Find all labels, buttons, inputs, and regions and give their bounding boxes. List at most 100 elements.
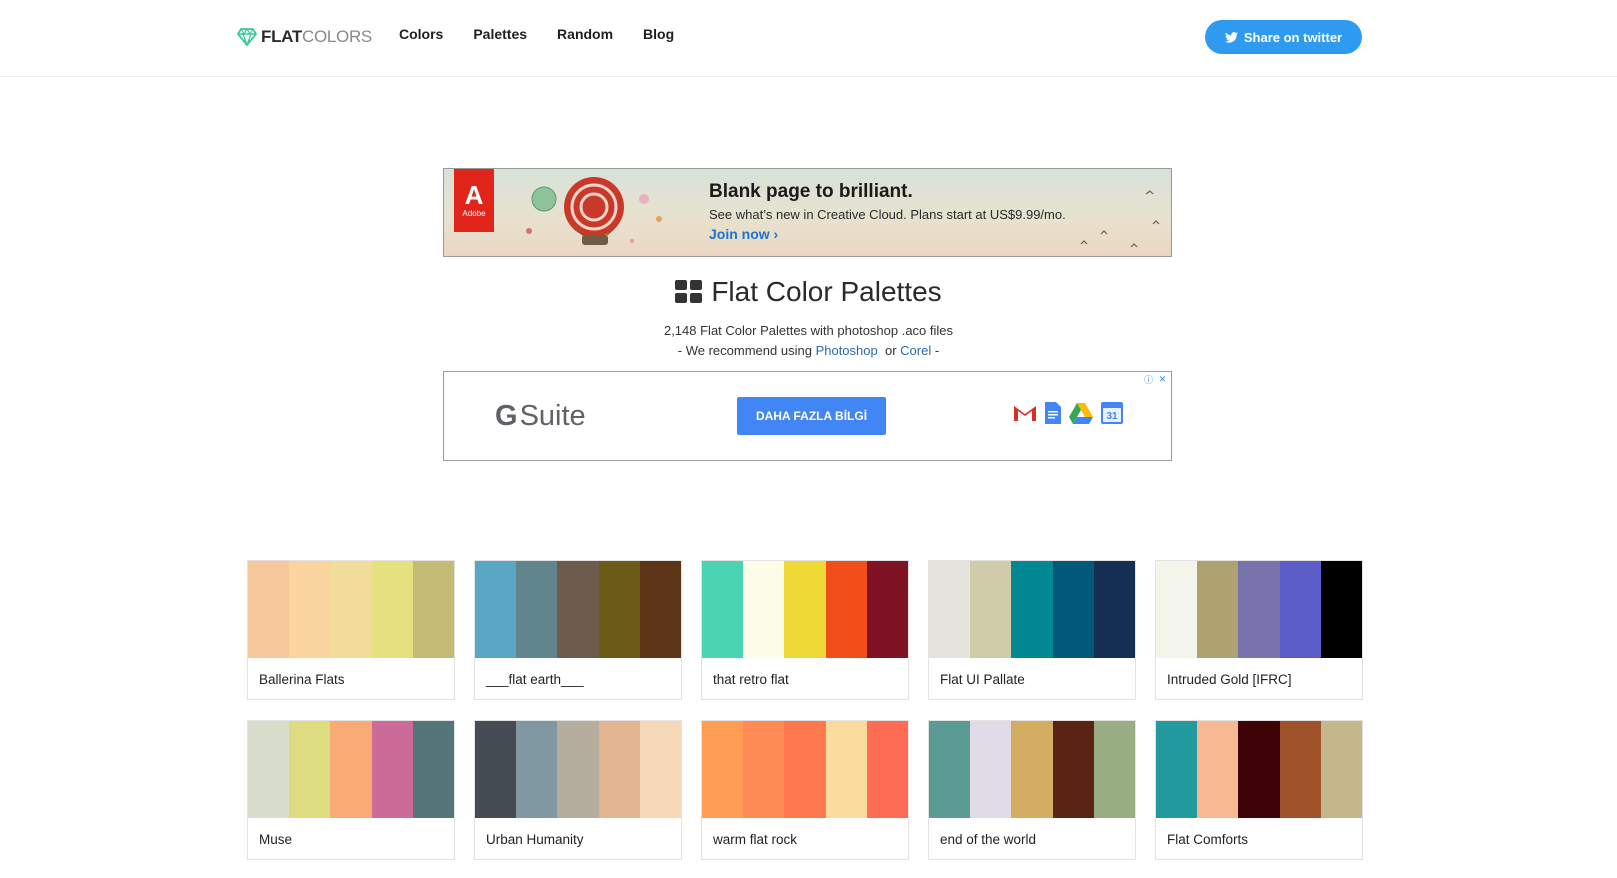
color-swatch[interactable] (1197, 561, 1239, 658)
palette-card[interactable]: Ballerina Flats (247, 560, 455, 700)
color-swatch[interactable] (1197, 721, 1239, 818)
color-swatch[interactable] (330, 721, 372, 818)
color-swatch[interactable] (825, 721, 867, 818)
palette-card[interactable]: Urban Humanity (474, 720, 682, 860)
color-swatch[interactable] (557, 561, 599, 658)
color-swatch[interactable] (1279, 721, 1321, 818)
ad-info-icon[interactable]: ⓘ (1142, 373, 1155, 386)
page-title: Flat Color Palettes (711, 276, 942, 307)
color-swatch[interactable] (1052, 721, 1094, 818)
color-swatch[interactable] (248, 561, 290, 658)
color-swatch[interactable] (412, 561, 455, 658)
site-logo[interactable]: FLAT COLORS (237, 24, 372, 50)
nav-random[interactable]: Random (557, 26, 613, 42)
palette-name: Flat Comforts (1167, 831, 1249, 847)
palette-name: that retro flat (713, 671, 789, 687)
palette-name: end of the world (940, 831, 1037, 847)
color-swatch[interactable] (639, 721, 682, 818)
color-swatch[interactable] (598, 561, 640, 658)
nav-palettes[interactable]: Palettes (473, 26, 527, 42)
color-swatch[interactable] (557, 721, 599, 818)
color-swatch[interactable] (289, 561, 331, 658)
palette-name: Urban Humanity (486, 831, 584, 847)
recommend-text: - We recommend using Photoshop or Corel … (677, 343, 940, 358)
page-heading: Flat Color Palettes (0, 276, 1617, 308)
palette-swatches (702, 561, 909, 658)
color-swatch[interactable] (1093, 721, 1136, 818)
color-swatch[interactable] (475, 561, 517, 658)
color-swatch[interactable] (784, 561, 826, 658)
color-swatch[interactable] (1093, 561, 1136, 658)
ad-join-link[interactable]: Join now › (709, 226, 778, 242)
color-swatch[interactable] (371, 721, 413, 818)
color-swatch[interactable] (330, 561, 372, 658)
gmail-icon (1014, 406, 1036, 421)
color-swatch[interactable] (516, 561, 558, 658)
ad-headline: Blank page to brilliant. (709, 181, 913, 202)
color-swatch[interactable] (825, 561, 867, 658)
share-twitter-button[interactable]: Share on twitter (1205, 20, 1362, 54)
photoshop-link[interactable]: Photoshop (816, 343, 878, 358)
share-twitter-label: Share on twitter (1243, 29, 1343, 45)
color-swatch[interactable] (1279, 561, 1321, 658)
color-swatch[interactable] (784, 721, 826, 818)
color-swatch[interactable] (866, 721, 909, 818)
palette-card[interactable]: ___flat earth___ (474, 560, 682, 700)
ad-subtext: See what’s new in Creative Cloud. Plans … (709, 207, 1066, 222)
color-swatch[interactable] (412, 721, 455, 818)
color-swatch[interactable] (598, 721, 640, 818)
color-swatch[interactable] (248, 721, 290, 818)
color-swatch[interactable] (516, 721, 558, 818)
palette-swatches (1156, 721, 1363, 818)
color-swatch[interactable] (289, 721, 331, 818)
calendar-day: 31 (1106, 411, 1118, 422)
corel-link[interactable]: Corel (900, 343, 931, 358)
ad-close-icon[interactable]: ✕ (1156, 373, 1169, 386)
palette-name: Ballerina Flats (259, 671, 345, 687)
palette-swatches (248, 721, 455, 818)
site-header: FLAT COLORS Colors Palettes Random Blog … (0, 0, 1617, 77)
palette-card[interactable]: Intruded Gold [IFRC] (1155, 560, 1363, 700)
color-swatch[interactable] (1052, 561, 1094, 658)
palette-card[interactable]: end of the world (928, 720, 1136, 860)
learn-more-button[interactable]: DAHA FAZLA BİLGİ (737, 397, 886, 435)
gsuite-ad-banner[interactable]: G Suite DAHA FAZLA BİLGİ 31 ⓘ ✕ (443, 371, 1172, 461)
color-swatch[interactable] (970, 561, 1012, 658)
drive-icon (1069, 402, 1093, 424)
color-swatch[interactable] (1156, 561, 1198, 658)
palette-card[interactable]: Muse (247, 720, 455, 860)
color-swatch[interactable] (1238, 561, 1280, 658)
grid-icon (675, 280, 703, 304)
color-swatch[interactable] (1238, 721, 1280, 818)
logo-text-light: COLORS (301, 27, 372, 46)
color-swatch[interactable] (1156, 721, 1198, 818)
color-swatch[interactable] (371, 561, 413, 658)
nav-blog[interactable]: Blog (643, 26, 674, 42)
color-swatch[interactable] (702, 561, 744, 658)
color-swatch[interactable] (743, 561, 785, 658)
color-swatch[interactable] (929, 561, 971, 658)
palette-swatches (1156, 561, 1363, 658)
ad-controls: ⓘ ✕ (1142, 373, 1169, 387)
palette-card[interactable]: warm flat rock (701, 720, 909, 860)
color-swatch[interactable] (970, 721, 1012, 818)
color-swatch[interactable] (639, 561, 682, 658)
logo-text-bold: FLAT (261, 27, 302, 46)
adobe-ad-banner[interactable]: A Adobe Blank page to brilliant. See wha… (443, 168, 1172, 257)
color-swatch[interactable] (1320, 721, 1363, 818)
color-swatch[interactable] (929, 721, 971, 818)
palette-swatches (929, 561, 1136, 658)
color-swatch[interactable] (475, 721, 517, 818)
color-swatch[interactable] (743, 721, 785, 818)
color-swatch[interactable] (702, 721, 744, 818)
palette-card[interactable]: Flat UI Pallate (928, 560, 1136, 700)
color-swatch[interactable] (1011, 721, 1053, 818)
palette-card[interactable]: that retro flat (701, 560, 909, 700)
color-swatch[interactable] (866, 561, 909, 658)
gsuite-app-icons: 31 (1013, 402, 1123, 424)
palette-card[interactable]: Flat Comforts (1155, 720, 1363, 860)
birds-decoration (1080, 190, 1160, 248)
nav-colors[interactable]: Colors (399, 26, 443, 42)
color-swatch[interactable] (1011, 561, 1053, 658)
color-swatch[interactable] (1320, 561, 1363, 658)
